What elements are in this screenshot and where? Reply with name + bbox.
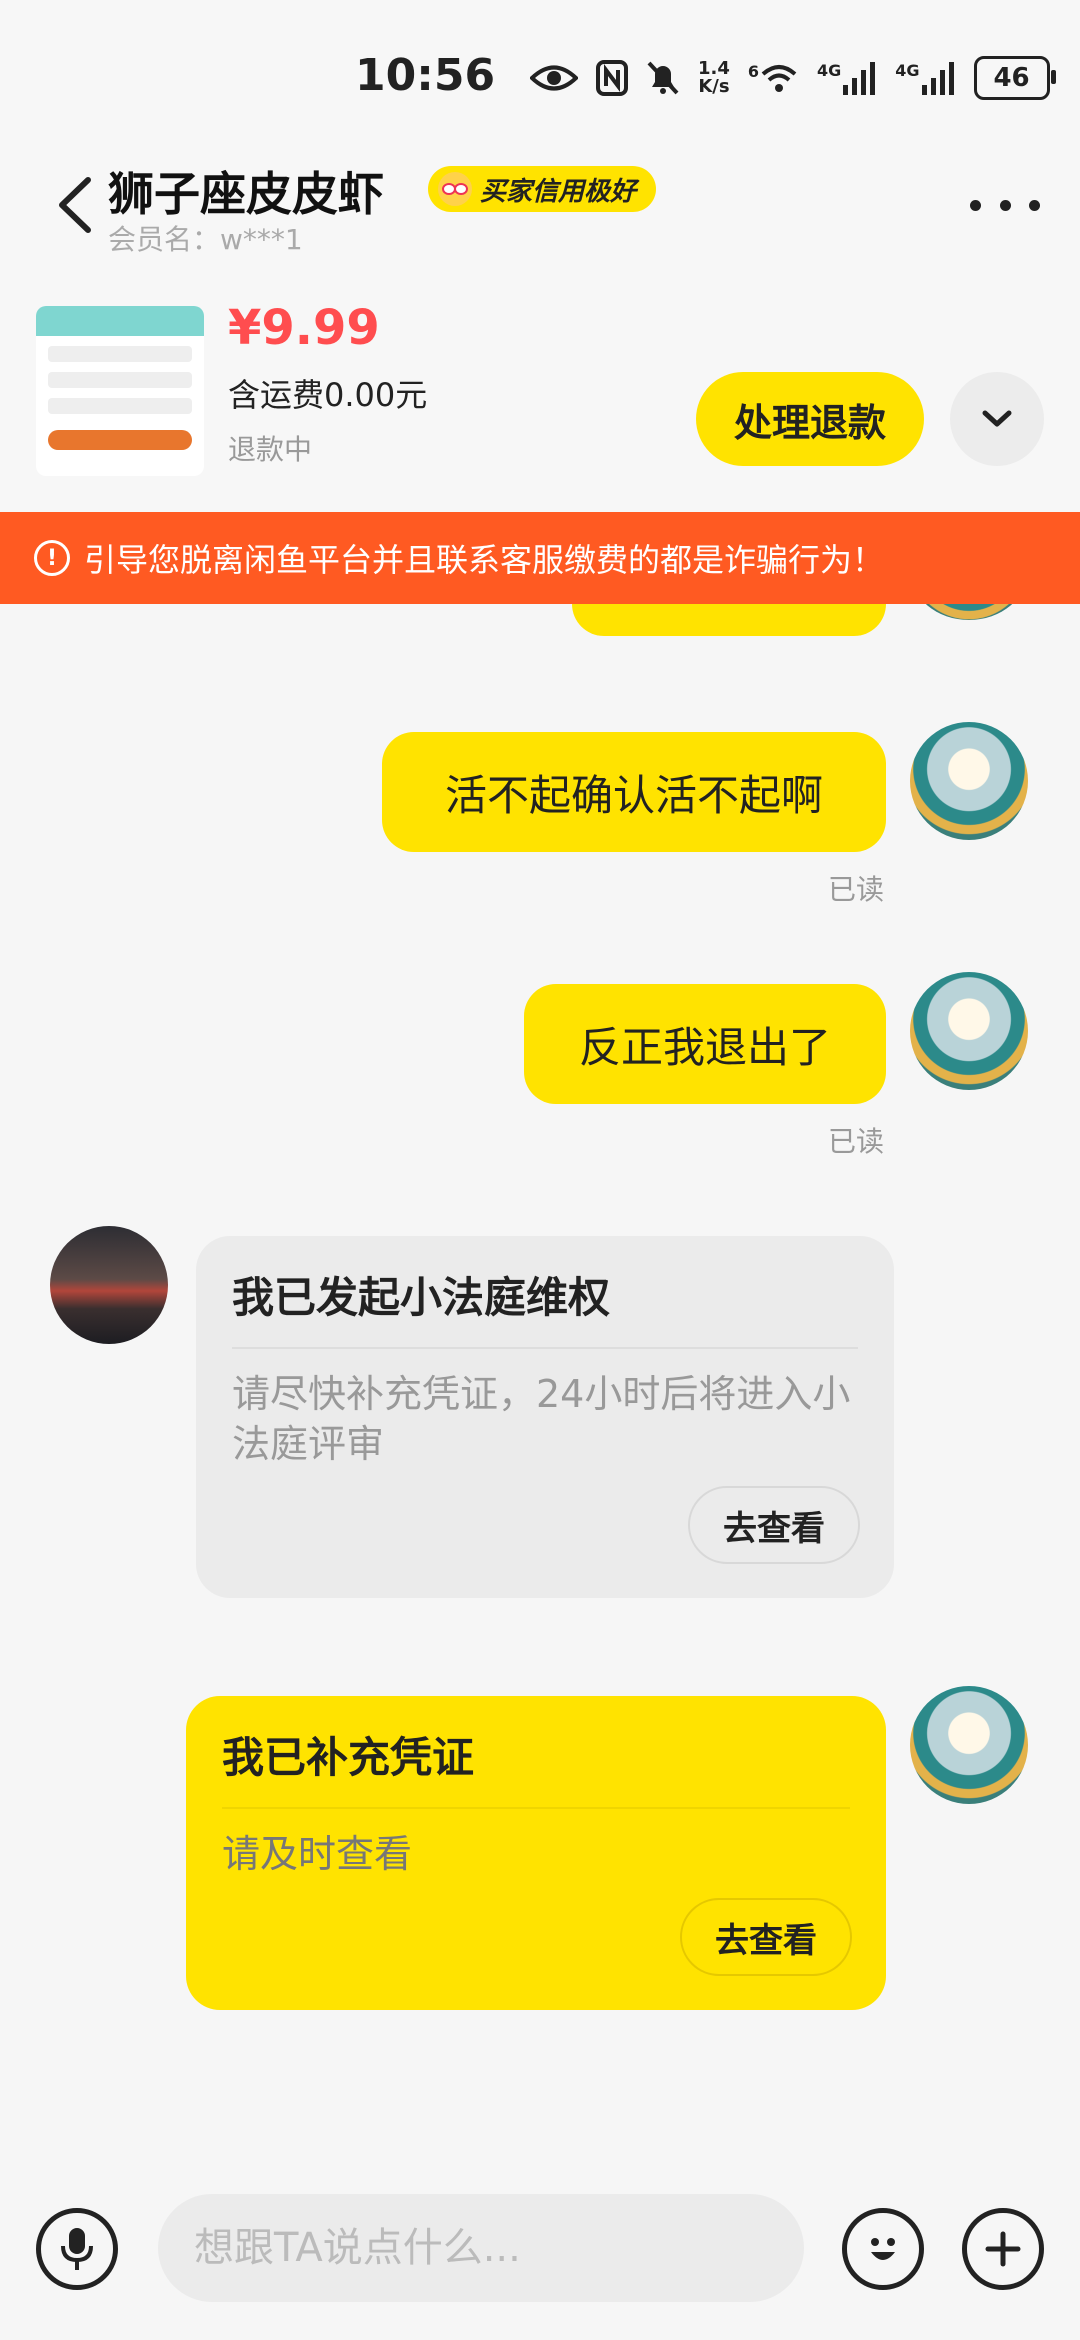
chevron-down-icon (982, 410, 1012, 427)
my-avatar[interactable] (910, 1686, 1028, 1804)
message-bubble[interactable]: 反正我退出了 (524, 984, 886, 1104)
back-arrow-icon (59, 177, 91, 233)
battery-level: 46 (993, 62, 1030, 93)
signal2-label: 4G (895, 60, 920, 80)
product-thumbnail[interactable] (36, 306, 204, 476)
smiley-icon (871, 2238, 895, 2260)
handle-refund-button[interactable]: 处理退款 (696, 372, 924, 466)
net-speed-unit: K/s (698, 75, 730, 97)
contact-avatar[interactable] (50, 1226, 168, 1344)
nfc-icon (596, 59, 628, 96)
status-icons: 1.4 K/s 6 4G 4G 46 (530, 55, 1056, 100)
more-dot-icon (999, 199, 1011, 211)
read-receipt: 已读 (828, 873, 885, 906)
contact-name[interactable]: 狮子座皮皮虾 (108, 158, 384, 224)
fraud-warning-banner: ! 引导您脱离闲鱼平台并且联系客服缴费的都是诈骗行为！ (0, 512, 1080, 604)
view-evidence-button[interactable]: 去查看 (680, 1898, 852, 1976)
plus-icon (985, 2231, 1021, 2267)
net-speed: 1.4 K/s (698, 59, 730, 97)
dispute-card[interactable]: 我已发起小法庭维权 请尽快补充凭证，24小时后将进入小法庭评审 去查看 (196, 1236, 894, 1598)
message-bubble[interactable]: 活不起确认活不起啊 (382, 732, 886, 852)
status-time: 10:56 (355, 50, 496, 101)
message-input[interactable] (158, 2194, 804, 2302)
member-name: 会员名：w***1 (108, 223, 303, 256)
view-dispute-button[interactable]: 去查看 (688, 1486, 860, 1564)
more-dot-icon (970, 199, 981, 211)
divider (222, 1807, 850, 1809)
more-actions-button[interactable] (962, 2208, 1044, 2290)
dispute-card-title: 我已发起小法庭维权 (232, 1273, 611, 1322)
more-dot-icon (1029, 199, 1040, 211)
emoji-face-icon (438, 172, 472, 206)
credit-badge-label: 买家信用极好 (480, 176, 637, 207)
emoji-button[interactable] (842, 2208, 924, 2290)
warning-icon: ! (34, 540, 70, 576)
more-button[interactable] (970, 195, 1040, 215)
eye-icon (530, 63, 578, 93)
evidence-card-desc: 请及时查看 (222, 1832, 413, 1876)
dispute-card-desc: 请尽快补充凭证，24小时后将进入小法庭评审 (232, 1372, 851, 1466)
bell-mute-icon (646, 60, 680, 96)
wifi-icon: 6 (748, 62, 799, 94)
evidence-card-title: 我已补充凭证 (222, 1733, 475, 1782)
wifi-label: 6 (747, 61, 760, 81)
read-receipt: 已读 (828, 1125, 885, 1158)
shipping-fee: 含运费0.00元 (228, 376, 428, 414)
back-button[interactable] (48, 170, 108, 240)
refund-status: 退款中 (228, 433, 313, 466)
divider (232, 1347, 858, 1349)
signal1-label: 4G (817, 60, 842, 80)
fraud-warning-text: 引导您脱离闲鱼平台并且联系客服缴费的都是诈骗行为！ (84, 541, 885, 579)
my-avatar[interactable] (910, 972, 1028, 1090)
signal-icon-1: 4G (817, 61, 877, 95)
product-price: ¥9.99 (228, 300, 380, 356)
expand-button[interactable] (950, 372, 1044, 466)
microphone-icon (61, 2228, 93, 2270)
signal-icon-2: 4G (895, 61, 955, 95)
evidence-card[interactable]: 我已补充凭证 请及时查看 去查看 (186, 1696, 886, 2010)
my-avatar[interactable] (910, 722, 1028, 840)
battery-icon: 46 (973, 55, 1056, 100)
credit-badge[interactable]: 买家信用极好 (428, 166, 657, 212)
voice-button[interactable] (36, 2208, 118, 2290)
